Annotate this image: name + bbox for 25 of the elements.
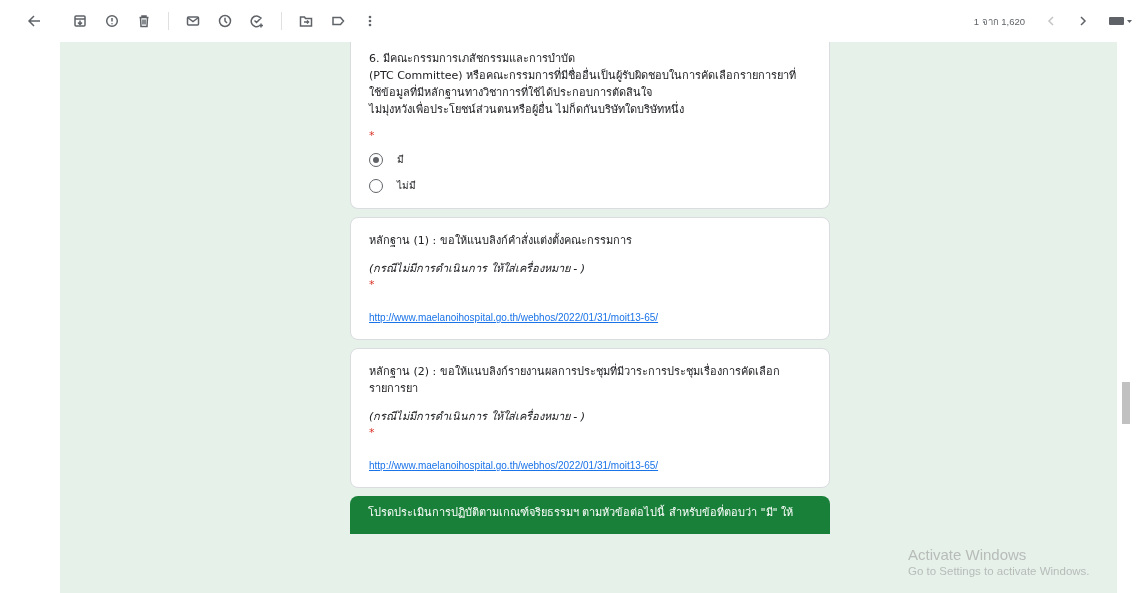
section-banner: โปรดประเมินการปฏิบัติตามเกณฑ์จริยธรรมฯ ตามหัวข้อต่อไปนี้ สำหรับข้อที่ตอบว่า "มี" ให้ (350, 496, 830, 534)
question-title: หลักฐาน (2) : ขอให้แนบลิงก์รายงานผลการประชุมที่มีวาระการประชุมเรื่องการคัดเลือก รายการยา (369, 363, 781, 397)
option-label: มี (397, 153, 404, 167)
pager-count: 1 จาก 1,620 (973, 14, 1025, 29)
label-tag-icon[interactable] (331, 14, 345, 28)
question-title: 6. มีคณะกรรมการเภสัชกรรมและการบำบัด (PTC Committee) หรือคณะกรรมการที่มีชื่ออื่นเป็นผู้รับผิดชอบในการคัดเลือกรายการยาที่ ใช้ข้อมูลที่มีหลักฐานทางวิชาการที่ใช้ได้ประกอบการตัดสินใจ ไม่มุ่งหวังเพื่อประโยชน์ส่วนตนหรือผู้อื่น ไม่ก็ดกันบริษัทใดบริษัทหนึ่ง (369, 51, 798, 118)
back-arrow-icon[interactable] (27, 14, 41, 28)
question-note: (กรณีไม่มีการดำเนินการ ให้ใส่เครื่องหมาย - ) (369, 261, 587, 277)
option-label: ไม่มี (397, 179, 416, 193)
required-asterisk: * (369, 129, 375, 142)
report-spam-icon[interactable] (105, 14, 119, 28)
move-to-folder-icon[interactable] (299, 14, 313, 28)
trash-icon[interactable] (137, 14, 151, 28)
add-task-icon[interactable] (250, 14, 264, 28)
archive-icon[interactable] (73, 14, 87, 28)
keyboard-dropdown-icon[interactable] (1109, 16, 1133, 26)
required-asterisk: * (369, 278, 375, 291)
envelope-icon[interactable] (186, 14, 200, 28)
answer-link[interactable]: http://www.maelanoihospital.go.th/webhos/2022/01/31/moit13-65/ (369, 460, 659, 471)
clock-icon[interactable] (218, 14, 232, 28)
scrollbar-thumb[interactable] (1122, 382, 1130, 424)
question-title: หลักฐาน (1) : ขอให้แนบลิงก์คำสั่งแต่งตั้งคณะกรรมการ (369, 232, 633, 249)
question-note: (กรณีไม่มีการดำเนินการ ให้ใส่เครื่องหมาย - ) (369, 409, 587, 425)
answer-link[interactable]: http://www.maelanoihospital.go.th/webhos/2022/01/31/moit13-65/ (369, 312, 659, 323)
required-asterisk: * (369, 426, 375, 439)
